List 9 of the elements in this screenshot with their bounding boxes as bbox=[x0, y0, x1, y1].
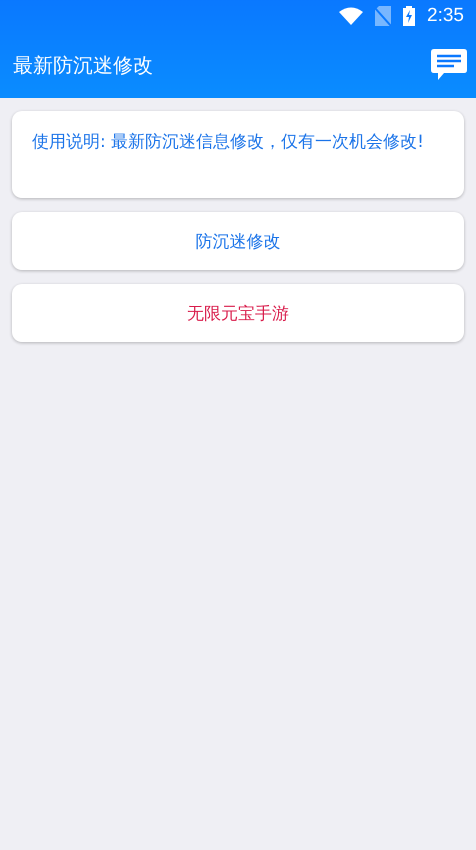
message-icon[interactable] bbox=[430, 48, 468, 82]
no-sim-icon bbox=[375, 6, 392, 26]
app-title: 最新防沉迷修改 bbox=[13, 52, 153, 78]
status-time: 2:35 bbox=[427, 5, 464, 27]
wifi-icon bbox=[339, 7, 364, 25]
action-button[interactable]: 无限元宝手游 bbox=[12, 284, 464, 342]
battery-charging-icon bbox=[403, 6, 416, 26]
notice-text: 使用说明: 最新防沉迷信息修改，仅有一次机会修改! bbox=[32, 131, 425, 153]
action-button[interactable]: 防沉迷修改 bbox=[12, 212, 464, 270]
